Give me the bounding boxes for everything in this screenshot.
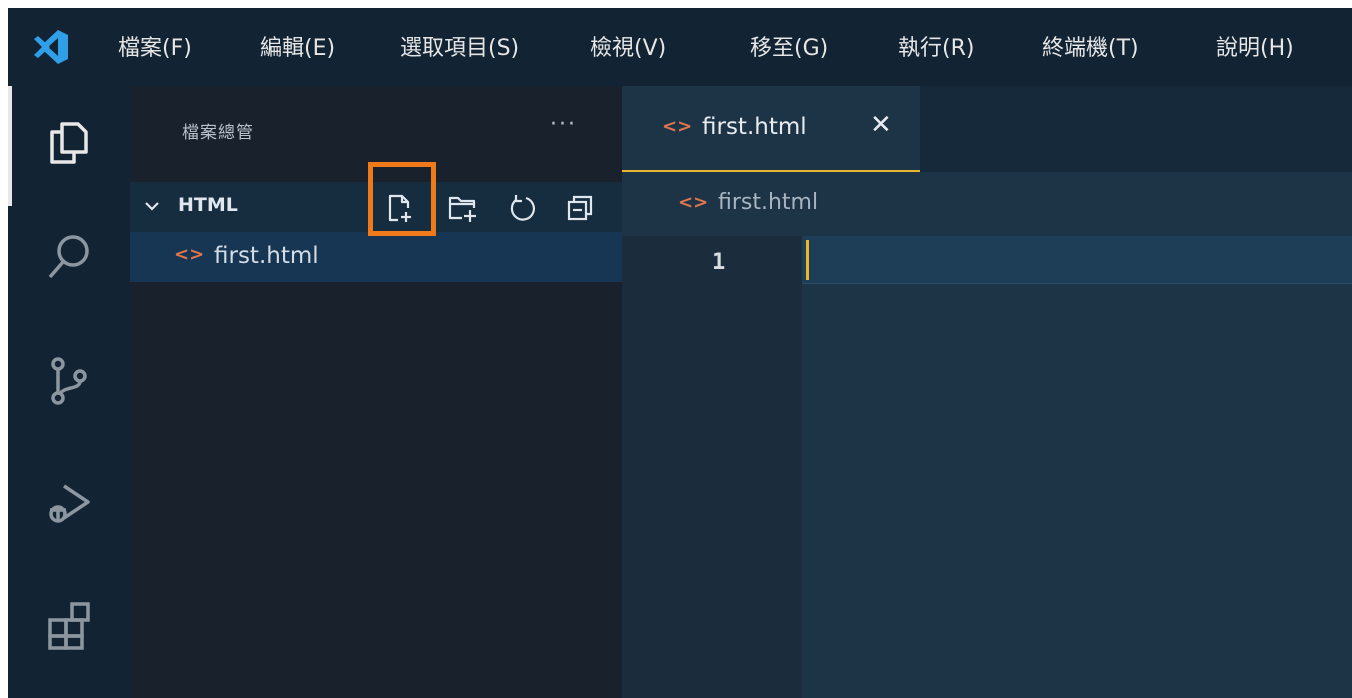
activity-bar <box>8 86 130 698</box>
breadcrumb-file[interactable]: first.html <box>718 190 818 215</box>
explorer-icon[interactable] <box>42 114 96 168</box>
active-indicator <box>8 86 12 206</box>
file-name: first.html <box>214 243 319 269</box>
refresh-icon[interactable] <box>506 192 538 224</box>
menu-selection[interactable]: 選取項目(S) <box>400 30 519 62</box>
editor-area: <> first.html ✕ <> first.html 1 <box>622 86 1352 698</box>
search-icon[interactable] <box>42 230 96 284</box>
code-editor-line[interactable] <box>802 236 1352 284</box>
file-item-first-html[interactable]: <> first.html <box>130 232 622 282</box>
html-file-icon: <> <box>678 192 709 213</box>
run-debug-icon[interactable] <box>42 476 96 530</box>
close-icon[interactable]: ✕ <box>870 110 892 140</box>
text-cursor <box>806 240 809 280</box>
tab-bar: <> first.html ✕ <box>622 86 1352 172</box>
collapse-all-icon[interactable] <box>564 192 596 224</box>
new-folder-icon[interactable] <box>446 192 478 224</box>
menu-file[interactable]: 檔案(F) <box>118 30 192 62</box>
menu-view[interactable]: 檢視(V) <box>590 30 666 62</box>
line-number: 1 <box>712 250 726 275</box>
more-actions-button[interactable]: ··· <box>550 112 577 137</box>
extensions-icon[interactable] <box>42 598 96 652</box>
sidebar-title: 檔案總管 <box>182 123 254 143</box>
vscode-logo-icon <box>34 30 68 64</box>
line-number-gutter <box>622 236 802 698</box>
html-file-icon: <> <box>662 116 693 137</box>
folder-name: HTML <box>178 194 238 216</box>
source-control-icon[interactable] <box>42 354 96 408</box>
menu-help[interactable]: 說明(H) <box>1216 30 1294 62</box>
html-file-icon: <> <box>174 244 205 265</box>
explorer-sidebar: 檔案總管 ··· HTML <> first.html <box>130 86 622 698</box>
menu-terminal[interactable]: 終端機(T) <box>1042 30 1139 62</box>
menu-bar: 檔案(F) 編輯(E) 選取項目(S) 檢視(V) 移至(G) 執行(R) 終端… <box>8 8 1352 86</box>
tab-label: first.html <box>702 114 807 140</box>
chevron-down-icon[interactable] <box>142 196 162 216</box>
tab-first-html[interactable]: <> first.html ✕ <box>622 86 920 172</box>
new-file-highlight <box>368 162 436 236</box>
vscode-window: 檔案(F) 編輯(E) 選取項目(S) 檢視(V) 移至(G) 執行(R) 終端… <box>8 8 1352 698</box>
menu-edit[interactable]: 編輯(E) <box>260 30 335 62</box>
menu-run[interactable]: 執行(R) <box>898 30 974 62</box>
menu-go[interactable]: 移至(G) <box>750 30 828 62</box>
